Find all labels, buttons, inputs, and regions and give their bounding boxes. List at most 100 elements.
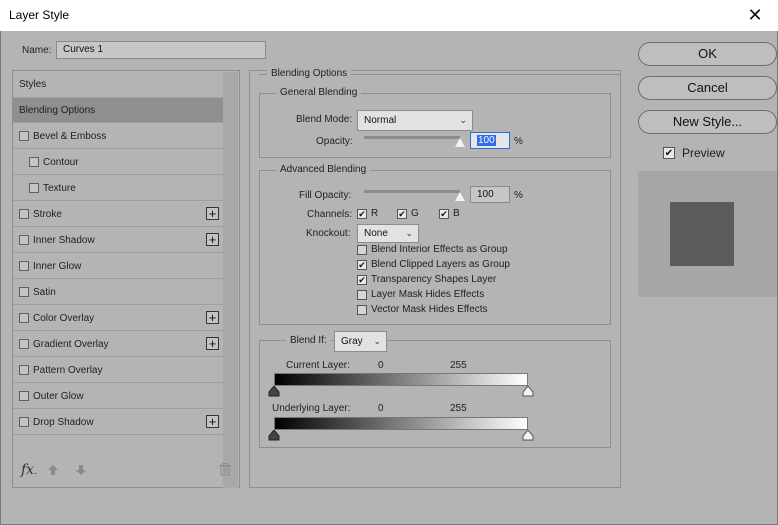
underlying-layer-low: 0 <box>378 403 384 414</box>
style-checkbox[interactable] <box>19 261 29 271</box>
style-item-satin[interactable]: Satin <box>13 280 223 305</box>
advanced-blending-title: Advanced Blending <box>276 164 371 175</box>
style-item-drop-shadow[interactable]: Drop Shadow + <box>13 410 223 435</box>
chevron-down-icon: ⌄ <box>373 336 381 346</box>
fill-opacity-input[interactable]: 100 <box>470 186 510 203</box>
advanced-option-checkbox[interactable] <box>357 290 367 300</box>
style-item-label: Inner Glow <box>33 261 82 272</box>
opacity-input[interactable]: 100 <box>470 132 510 149</box>
style-item-gradient-overlay[interactable]: Gradient Overlay + <box>13 332 223 357</box>
name-label: Name: <box>22 45 52 56</box>
underlying-layer-label: Underlying Layer: <box>272 403 351 414</box>
close-icon[interactable]: ✕ <box>732 0 778 31</box>
current-layer-black-slider[interactable] <box>268 386 280 397</box>
move-up-icon[interactable] <box>47 464 59 476</box>
add-effect-icon[interactable]: + <box>206 415 219 428</box>
style-checkbox[interactable] <box>19 417 29 427</box>
preview-label: Preview <box>682 146 725 160</box>
blend-if-select[interactable]: Gray ⌄ <box>334 331 387 352</box>
blend-if-label: Blend If: <box>286 335 331 346</box>
styles-header: Styles <box>19 79 47 90</box>
style-item-label: Texture <box>43 183 76 194</box>
fill-opacity-slider-thumb[interactable] <box>455 192 465 201</box>
preview-checkbox[interactable]: ✔ <box>663 147 675 159</box>
add-effect-icon[interactable]: + <box>206 233 219 246</box>
underlying-layer-white-slider[interactable] <box>522 430 534 441</box>
style-checkbox[interactable] <box>19 235 29 245</box>
opacity-unit: % <box>514 136 523 147</box>
style-item-label: Stroke <box>33 209 62 220</box>
style-item-color-overlay[interactable]: Color Overlay + <box>13 306 223 331</box>
style-item-contour[interactable]: Contour <box>13 150 223 175</box>
knockout-label: Knockout: <box>306 228 351 239</box>
opacity-slider-thumb[interactable] <box>455 138 465 147</box>
style-checkbox[interactable] <box>19 209 29 219</box>
advanced-option-checkbox[interactable]: ✔ <box>357 260 367 270</box>
opacity-slider-track[interactable] <box>364 136 460 139</box>
fill-opacity-slider-track[interactable] <box>364 190 460 193</box>
name-input[interactable]: Curves 1 <box>56 41 266 59</box>
style-item-label: Pattern Overlay <box>33 365 103 376</box>
style-checkbox[interactable] <box>29 157 39 167</box>
fill-opacity-unit: % <box>514 190 523 201</box>
style-checkbox[interactable] <box>19 365 29 375</box>
current-layer-white-slider[interactable] <box>522 386 534 397</box>
style-item-texture[interactable]: Texture <box>13 176 223 201</box>
style-item-bevel-emboss[interactable]: Bevel & Emboss <box>13 124 223 149</box>
cancel-button[interactable]: Cancel <box>638 76 777 100</box>
style-item-label: Inner Shadow <box>33 235 95 246</box>
current-layer-label: Current Layer: <box>286 360 350 371</box>
fill-opacity-label: Fill Opacity: <box>299 190 352 201</box>
blend-mode-select[interactable]: Normal ⌄ <box>357 110 473 131</box>
channel-b-checkbox[interactable]: ✔ <box>439 209 449 219</box>
style-item-label: Outer Glow <box>33 391 84 402</box>
style-item-label: Color Overlay <box>33 313 95 324</box>
blend-mode-label: Blend Mode: <box>296 114 353 125</box>
underlying-layer-high: 255 <box>450 403 467 414</box>
style-item-label: Blending Options <box>19 105 96 116</box>
style-checkbox[interactable] <box>19 313 29 323</box>
current-layer-low: 0 <box>378 360 384 371</box>
channel-r-checkbox[interactable]: ✔ <box>357 209 367 219</box>
advanced-option-checkbox[interactable] <box>357 305 367 315</box>
style-checkbox[interactable] <box>19 287 29 297</box>
style-item-inner-glow[interactable]: Inner Glow <box>13 254 223 279</box>
style-checkbox[interactable] <box>19 391 29 401</box>
window-title: Layer Style <box>9 8 70 22</box>
advanced-option-checkbox[interactable] <box>357 245 367 255</box>
fx-icon[interactable]: fx. <box>21 462 37 478</box>
style-checkbox[interactable] <box>19 131 29 141</box>
channel-g-checkbox[interactable]: ✔ <box>397 209 407 219</box>
knockout-value: None <box>364 228 388 239</box>
add-effect-icon[interactable]: + <box>206 337 219 350</box>
current-layer-gradient <box>274 373 528 386</box>
style-item-pattern-overlay[interactable]: Pattern Overlay <box>13 358 223 383</box>
ok-button[interactable]: OK <box>638 42 777 66</box>
styles-scrollbar[interactable] <box>223 72 238 488</box>
move-down-icon[interactable] <box>75 464 87 476</box>
add-effect-icon[interactable]: + <box>206 207 219 220</box>
opacity-label: Opacity: <box>316 136 353 147</box>
style-item-label: Gradient Overlay <box>33 339 109 350</box>
style-item-outer-glow[interactable]: Outer Glow <box>13 384 223 409</box>
underlying-layer-black-slider[interactable] <box>268 430 280 441</box>
styles-header-row[interactable]: Styles <box>13 71 223 98</box>
advanced-option-checkbox[interactable]: ✔ <box>357 275 367 285</box>
style-checkbox[interactable] <box>19 339 29 349</box>
channels-label: Channels: <box>307 209 353 220</box>
style-item-blending-options[interactable]: Blending Options <box>13 98 223 123</box>
styles-list: Styles Blending Options Bevel & Emboss Con… <box>12 70 240 488</box>
style-item-inner-shadow[interactable]: Inner Shadow + <box>13 228 223 253</box>
advanced-option-label: Transparency Shapes Layer <box>371 274 497 285</box>
trash-icon[interactable] <box>219 463 231 476</box>
preview-swatch <box>670 202 734 266</box>
blend-if-value: Gray <box>341 336 363 347</box>
knockout-select[interactable]: None ⌄ <box>357 224 419 243</box>
blend-if-group <box>259 340 611 448</box>
title-bar: Layer Style ✕ <box>0 0 778 32</box>
style-item-label: Bevel & Emboss <box>33 131 107 142</box>
style-item-stroke[interactable]: Stroke + <box>13 202 223 227</box>
add-effect-icon[interactable]: + <box>206 311 219 324</box>
new-style-button[interactable]: New Style... <box>638 110 777 134</box>
style-checkbox[interactable] <box>29 183 39 193</box>
